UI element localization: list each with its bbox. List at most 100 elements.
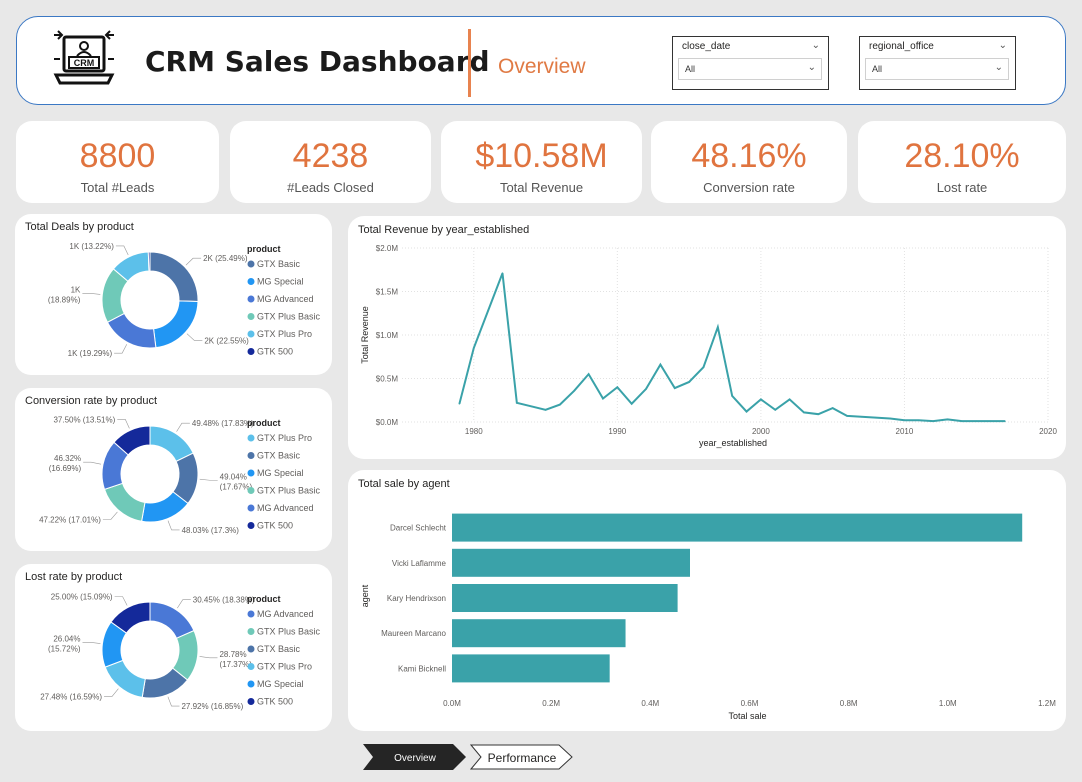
legend-label: GTK 500 xyxy=(257,521,293,531)
label-leader xyxy=(176,422,190,432)
data-point xyxy=(817,413,820,415)
legend-marker xyxy=(247,698,255,705)
data-label: 2K (25.49%) xyxy=(203,254,248,263)
data-label: (15.72%) xyxy=(48,644,81,653)
logo-text: CRM xyxy=(74,58,95,68)
close-date-filter[interactable]: close_date ⌄ All ⌄ xyxy=(672,36,829,90)
legend-marker xyxy=(247,434,255,442)
data-point xyxy=(573,389,576,392)
filter-title: close_date xyxy=(682,41,731,52)
legend-marker xyxy=(247,504,255,512)
data-point xyxy=(989,420,992,422)
legend-marker xyxy=(247,348,255,355)
data-point xyxy=(745,410,748,413)
kpi-value: $10.58M xyxy=(475,137,608,175)
chevron-down-icon[interactable]: ⌄ xyxy=(808,62,816,73)
regional-office-select[interactable]: All ⌄ xyxy=(865,58,1009,80)
revenue-by-year-panel: Total Revenue by year_established $0.0M $… xyxy=(348,216,1066,459)
label-leader xyxy=(114,596,128,606)
legend-label: MG Special xyxy=(257,468,304,478)
legend-label: GTX Plus Basic xyxy=(257,627,321,637)
agent-label: Kary Hendrixson xyxy=(387,594,446,603)
data-label: 49.04% xyxy=(220,472,247,481)
data-point xyxy=(860,415,863,418)
agent-label: Vicki Laflamme xyxy=(392,559,447,568)
close-date-select[interactable]: All ⌄ xyxy=(678,58,822,80)
kpi-value: 8800 xyxy=(79,137,156,175)
conversion-rate-panel: Conversion rate by product 49.48% (17.83… xyxy=(15,388,332,551)
data-point xyxy=(516,402,518,404)
data-label: 46.32% xyxy=(54,454,81,463)
data-point xyxy=(487,309,489,312)
legend-label: GTX Plus Pro xyxy=(257,662,312,672)
legend-marker xyxy=(247,680,255,688)
data-point xyxy=(803,411,805,414)
data-point xyxy=(544,409,547,411)
legend-label: GTX Plus Basic xyxy=(257,486,321,496)
chevron-down-icon[interactable]: ⌄ xyxy=(999,40,1007,51)
kpi-label: Total Revenue xyxy=(499,180,584,195)
x-tick-label: 2000 xyxy=(752,427,770,436)
y-tick-label: $0.0M xyxy=(376,418,399,427)
data-label: 1K (19.29%) xyxy=(68,349,113,358)
total-deals-donut-chart: 2K (25.49%) 2K (22.55%) 1K (19.29%) 1K(18.8… xyxy=(48,242,321,358)
y-tick-label: $0.5M xyxy=(376,375,399,384)
data-point xyxy=(903,419,906,422)
kpi-lost-rate: 28.10% Lost rate xyxy=(858,121,1066,203)
agent-label: Kami Bicknell xyxy=(398,664,446,673)
data-point xyxy=(702,366,705,368)
tab-overview[interactable]: Overview xyxy=(363,744,467,770)
data-point xyxy=(1004,420,1006,422)
agent-bar xyxy=(452,548,690,577)
label-leader xyxy=(117,419,130,429)
legend-marker xyxy=(247,663,255,670)
data-label: 47.22% (17.01%) xyxy=(39,516,101,525)
donut-slice xyxy=(147,251,151,272)
legend-label: GTX Basic xyxy=(257,644,301,654)
legend-label: MG Special xyxy=(257,277,304,287)
legend-marker xyxy=(247,522,255,529)
title-divider xyxy=(468,29,471,97)
data-label: 37.50% (13.51%) xyxy=(53,415,115,424)
regional-office-filter[interactable]: regional_office ⌄ All ⌄ xyxy=(859,36,1016,90)
kpi-label: Conversion rate xyxy=(703,180,795,195)
data-point xyxy=(961,420,963,422)
page-subtitle: Overview xyxy=(498,55,586,78)
label-leader xyxy=(115,245,129,256)
x-tick-label: 0.0M xyxy=(443,699,461,708)
legend-marker xyxy=(247,452,255,459)
x-axis-label: year_established xyxy=(699,438,767,448)
chevron-down-icon[interactable]: ⌄ xyxy=(995,62,1003,73)
label-leader xyxy=(167,520,180,531)
label-leader xyxy=(177,599,191,609)
legend-marker xyxy=(247,278,255,285)
tab-label: Overview xyxy=(394,753,436,764)
data-point xyxy=(774,409,777,411)
label-leader xyxy=(185,257,202,266)
donut-slice xyxy=(104,659,146,698)
filter-value: All xyxy=(685,64,696,74)
data-point xyxy=(458,402,461,405)
legend-title: product xyxy=(247,244,281,254)
crm-logo-icon: CRM xyxy=(53,30,115,85)
chevron-down-icon[interactable]: ⌄ xyxy=(812,40,820,51)
kpi-value: 28.10% xyxy=(904,137,1020,175)
donut-slice xyxy=(149,251,199,302)
label-leader xyxy=(186,333,203,341)
data-point xyxy=(501,272,504,275)
x-tick-label: 1.2M xyxy=(1038,699,1056,708)
legend-marker xyxy=(247,610,255,618)
tab-performance[interactable]: Performance xyxy=(470,744,574,770)
agent-bar xyxy=(452,513,1023,542)
data-label: 28.78% xyxy=(219,650,246,659)
donut-slice xyxy=(103,482,146,522)
x-tick-label: 1990 xyxy=(608,427,626,436)
data-point xyxy=(673,387,676,389)
legend-title: product xyxy=(247,418,281,428)
agent-bar xyxy=(452,584,678,612)
legend-label: GTX Basic xyxy=(257,259,301,269)
x-tick-label: 0.2M xyxy=(542,699,560,708)
sale-by-agent-panel: Total sale by agent Darcel Schlecht Vicki… xyxy=(348,470,1066,731)
legend-marker xyxy=(247,330,255,338)
label-leader xyxy=(82,641,101,644)
